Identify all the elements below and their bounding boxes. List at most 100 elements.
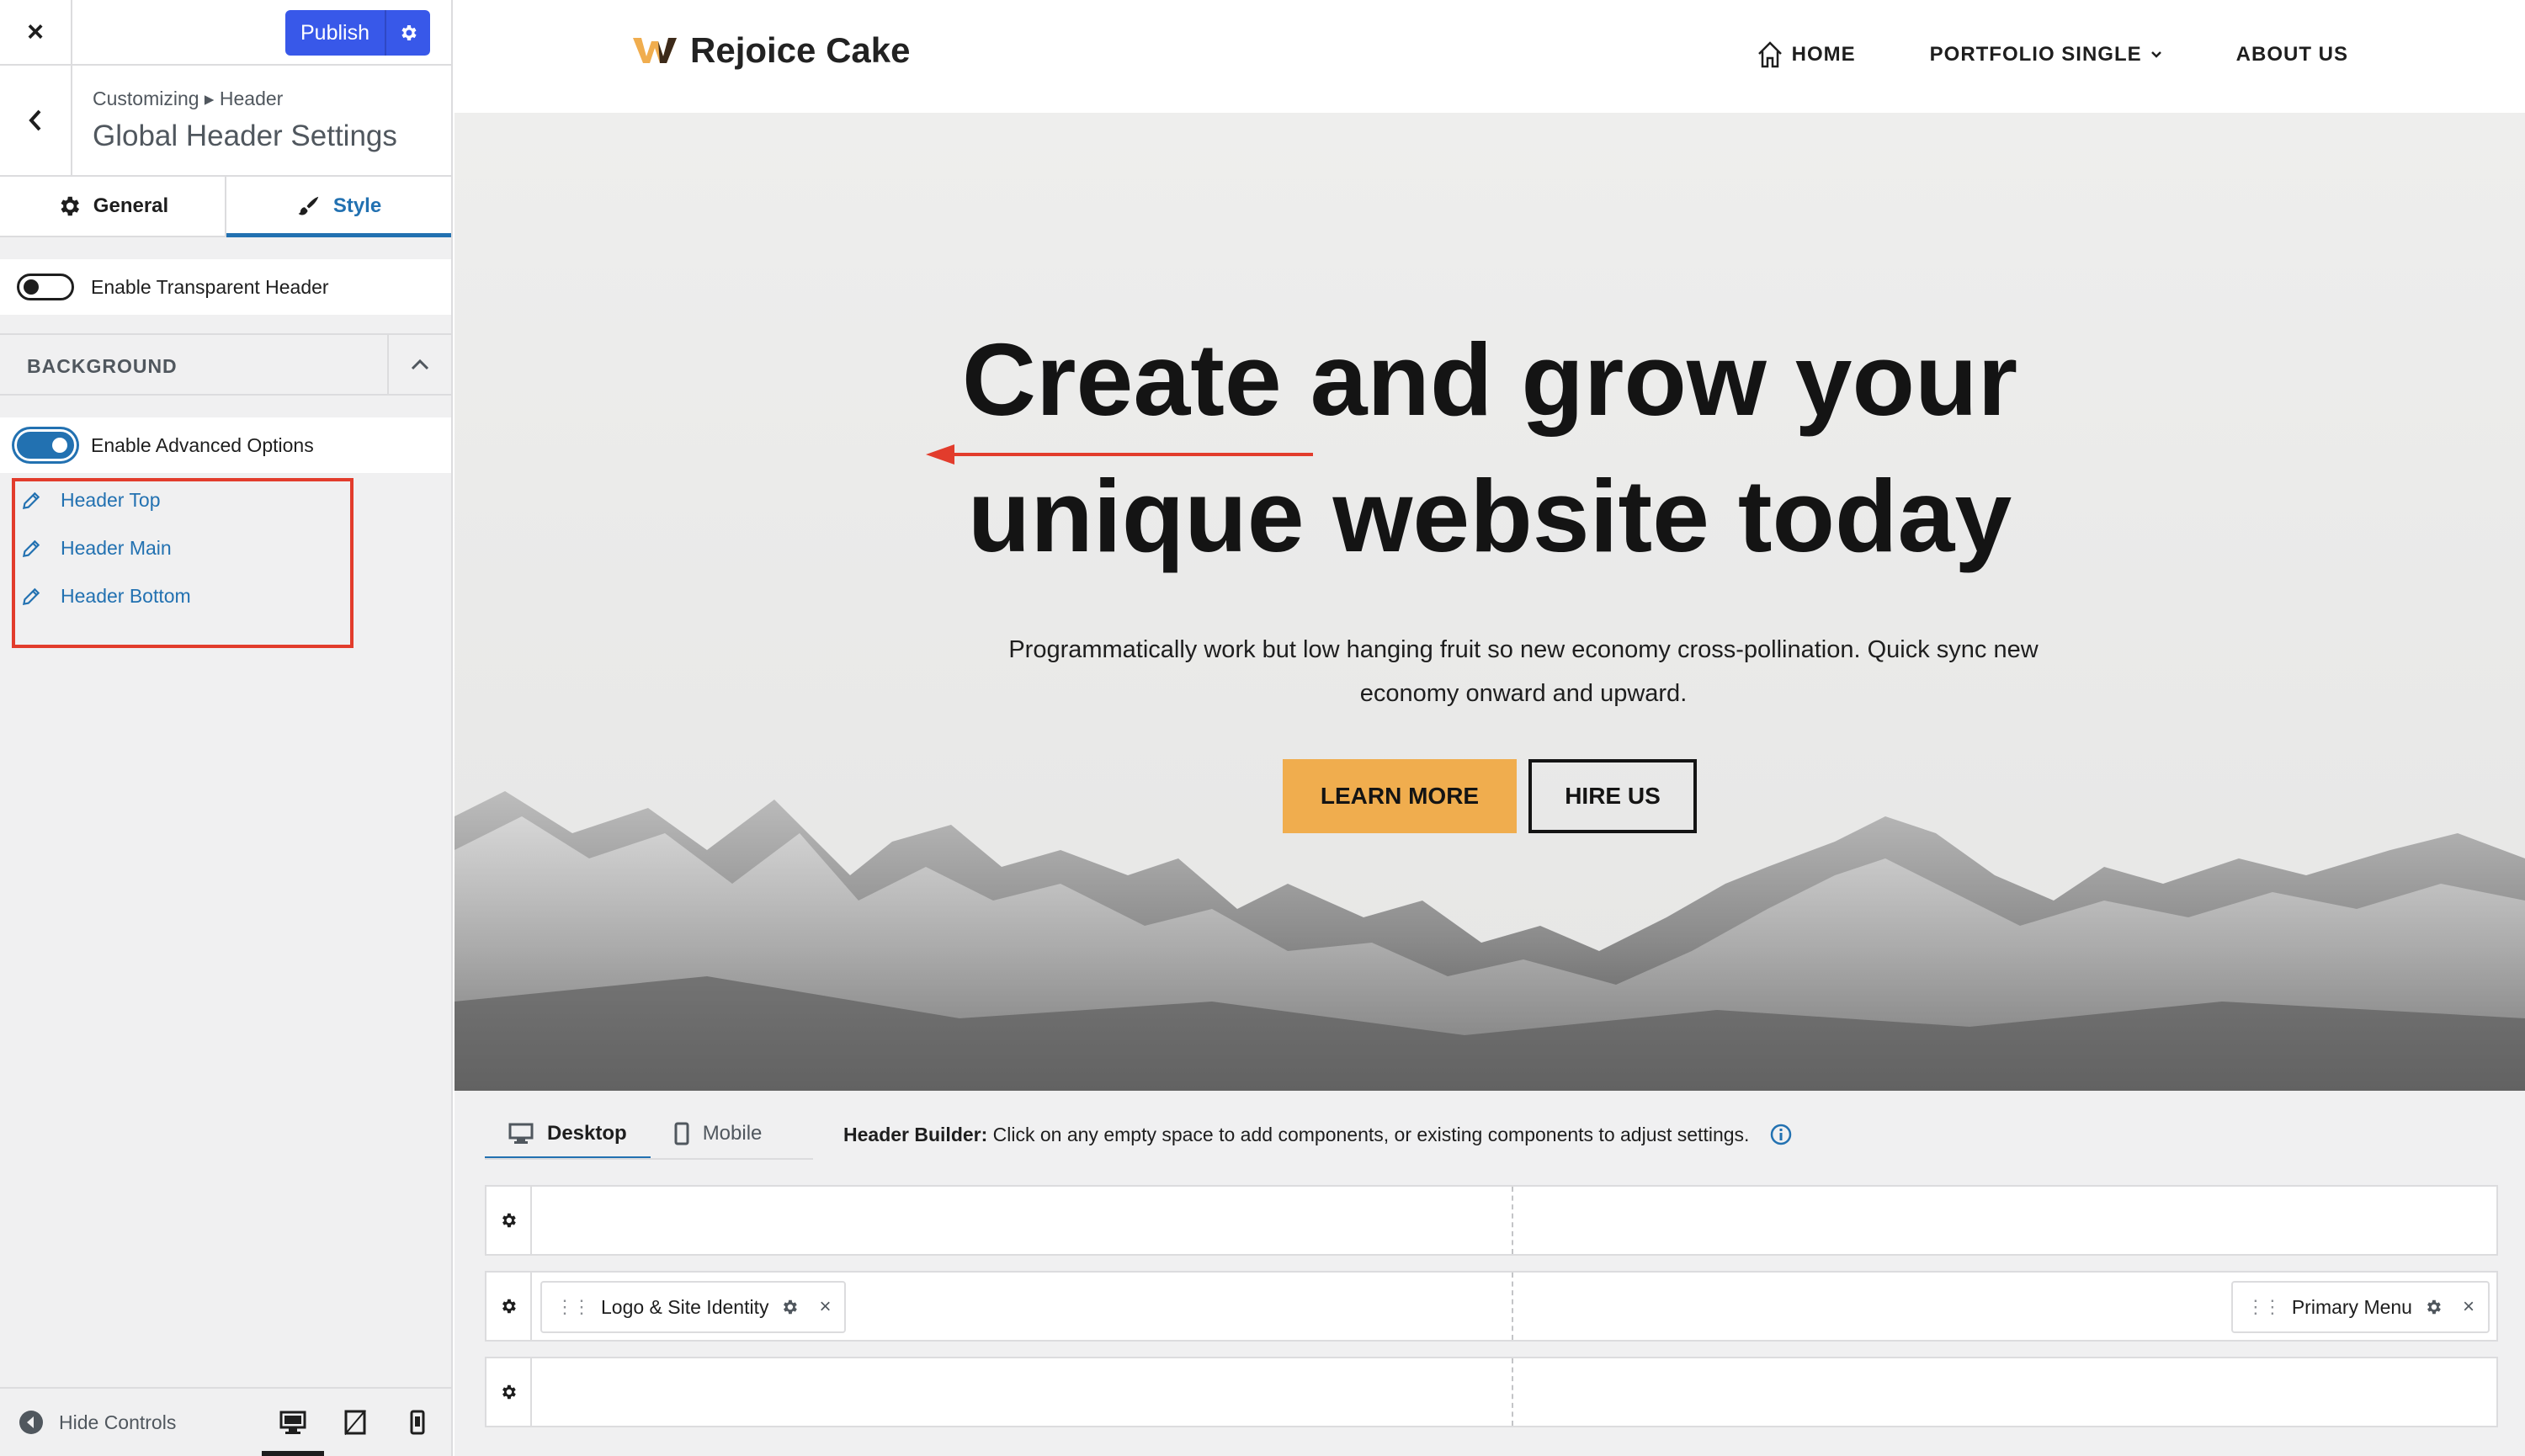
site-name: Rejoice Cake <box>690 30 911 70</box>
mobile-preview-button[interactable] <box>401 1389 434 1456</box>
gear-icon[interactable] <box>2424 1298 2443 1316</box>
tablet-preview-button[interactable] <box>338 1389 372 1456</box>
transparent-header-toggle[interactable] <box>17 274 74 300</box>
background-section-title: BACKGROUND <box>27 355 178 377</box>
nav-home[interactable]: HOME <box>1757 40 1856 69</box>
nav-about-label: ABOUT US <box>2235 43 2348 66</box>
component-label: Logo & Site Identity <box>601 1295 769 1318</box>
gear-icon <box>502 1213 516 1228</box>
gear-icon <box>401 25 417 40</box>
annotation-arrow <box>926 444 1313 465</box>
hide-controls-label: Hide Controls <box>59 1411 177 1433</box>
row-settings-button[interactable] <box>486 1358 532 1426</box>
info-icon[interactable] <box>1769 1123 1793 1146</box>
tab-style-label: Style <box>332 194 382 217</box>
home-icon <box>1757 41 1782 68</box>
collapse-button[interactable] <box>387 335 451 394</box>
hide-controls-button[interactable]: Hide Controls <box>19 1410 176 1435</box>
builder-tab-mobile[interactable]: Mobile <box>651 1108 786 1160</box>
builder-tab-desktop-label: Desktop <box>547 1122 627 1145</box>
mobile-icon <box>410 1410 425 1435</box>
component-logo-site-identity[interactable]: ⋮⋮ Logo & Site Identity × <box>540 1281 847 1333</box>
remove-component-icon[interactable]: × <box>2463 1295 2474 1319</box>
desktop-preview-button[interactable] <box>262 1389 324 1456</box>
row-divider <box>1512 1187 1513 1254</box>
hire-us-button[interactable]: HIRE US <box>1528 759 1697 833</box>
row-divider <box>1512 1273 1513 1340</box>
builder-info-text: Click on any empty space to add componen… <box>992 1123 1750 1145</box>
hero-title-line1: Create and grow your <box>961 322 2018 437</box>
close-button[interactable]: × <box>0 0 72 64</box>
component-primary-menu[interactable]: ⋮⋮ Primary Menu × <box>2230 1281 2490 1333</box>
primary-menu: HOME PORTFOLIO SINGLE ABOUT US <box>1757 40 2348 69</box>
header-builder: Desktop Mobile Header Builder: Click on … <box>454 1091 2525 1456</box>
nav-about-us[interactable]: ABOUT US <box>2236 43 2348 66</box>
row-settings-button[interactable] <box>486 1273 532 1340</box>
chevron-up-icon <box>411 359 429 370</box>
settings-tabs: General Style <box>0 177 451 237</box>
builder-row-top[interactable] <box>485 1185 2498 1256</box>
customizer-topbar: × Publish <box>0 0 451 66</box>
transparent-header-label: Enable Transparent Header <box>91 275 329 298</box>
section-header: Customizing ▸ Header Global Header Setti… <box>0 66 451 177</box>
nav-portfolio-label: PORTFOLIO SINGLE <box>1929 43 2142 66</box>
transparent-header-row: Enable Transparent Header <box>0 259 451 315</box>
hero-section: Create and grow your unique website toda… <box>454 113 2525 1091</box>
builder-tab-desktop[interactable]: Desktop <box>485 1108 651 1160</box>
drag-handle-icon[interactable]: ⋮⋮ <box>2246 1296 2282 1318</box>
tab-general-label: General <box>93 194 169 217</box>
component-label: Primary Menu <box>2291 1295 2412 1318</box>
drag-handle-icon[interactable]: ⋮⋮ <box>556 1296 591 1318</box>
builder-tab-mobile-label: Mobile <box>702 1122 763 1145</box>
background-section-header[interactable]: BACKGROUND <box>0 333 451 396</box>
publish-group: Publish <box>285 10 430 56</box>
sidebar-footer: Hide Controls <box>0 1387 451 1456</box>
learn-more-button[interactable]: LEARN MORE <box>1283 759 1517 833</box>
remove-component-icon[interactable]: × <box>819 1295 831 1319</box>
paintbrush-icon <box>298 196 319 215</box>
site-preview: Rejoice Cake HOME PORTFOLIO SINGLE ABOUT… <box>454 0 2525 1091</box>
hero-subtitle: Programmatically work but low hanging fr… <box>909 628 2138 715</box>
device-switcher <box>262 1389 434 1456</box>
hero-subtitle-line1: Programmatically work but low hanging fr… <box>1008 636 2039 663</box>
builder-row-bottom[interactable] <box>485 1357 2498 1427</box>
row-divider <box>1512 1358 1513 1426</box>
tablet-icon <box>344 1410 367 1435</box>
gear-icon <box>61 196 79 216</box>
desktop-icon <box>279 1411 306 1434</box>
chevron-down-icon <box>2150 51 2161 58</box>
back-button[interactable] <box>0 66 72 175</box>
mobile-icon <box>674 1122 689 1145</box>
gear-icon <box>502 1299 516 1314</box>
logo-icon <box>633 38 677 63</box>
gear-icon <box>502 1384 516 1400</box>
hero-title-line2: unique website today <box>967 459 2012 573</box>
customizer-sidebar: × Publish Customizing ▸ Header Global He… <box>0 0 453 1456</box>
highlight-box <box>12 478 354 648</box>
nav-home-label: HOME <box>1791 43 1856 66</box>
nav-portfolio-single[interactable]: PORTFOLIO SINGLE <box>1930 43 2162 66</box>
builder-row-main[interactable]: ⋮⋮ Logo & Site Identity × ⋮⋮ Primary Men… <box>485 1271 2498 1342</box>
advanced-options-label: Enable Advanced Options <box>91 433 314 456</box>
site-header: Rejoice Cake HOME PORTFOLIO SINGLE ABOUT… <box>454 0 2525 113</box>
hero-title: Create and grow your unique website toda… <box>454 311 2525 584</box>
builder-tabs-divider <box>485 1158 813 1160</box>
advanced-options-row: Enable Advanced Options <box>0 417 451 473</box>
page-title: Global Header Settings <box>93 120 397 152</box>
builder-info: Header Builder: Click on any empty space… <box>843 1123 1793 1146</box>
breadcrumb: Customizing ▸ Header <box>93 88 284 109</box>
site-logo[interactable]: Rejoice Cake <box>633 30 910 71</box>
builder-info-label: Header Builder: <box>843 1123 988 1145</box>
publish-button[interactable]: Publish <box>285 10 385 56</box>
chevron-left-icon <box>29 109 41 131</box>
publish-settings-button[interactable] <box>385 10 430 56</box>
desktop-icon <box>508 1123 534 1144</box>
advanced-options-toggle[interactable] <box>17 432 74 459</box>
arrow-left-circle-icon <box>19 1411 43 1434</box>
gear-icon[interactable] <box>780 1298 799 1316</box>
builder-device-tabs: Desktop Mobile <box>485 1108 785 1160</box>
hero-subtitle-line2: economy onward and upward. <box>1359 680 1688 707</box>
tab-style[interactable]: Style <box>226 177 451 237</box>
row-settings-button[interactable] <box>486 1187 532 1254</box>
tab-general[interactable]: General <box>0 177 226 236</box>
